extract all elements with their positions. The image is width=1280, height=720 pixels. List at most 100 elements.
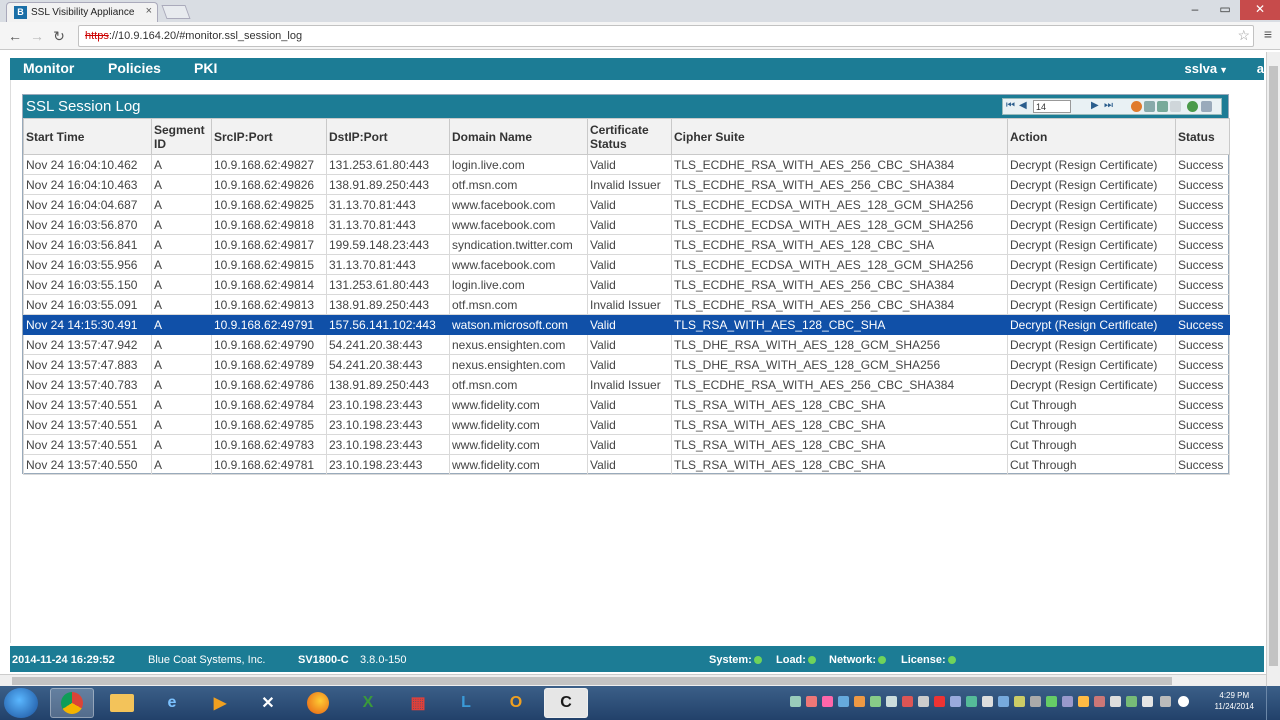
prev-page-icon[interactable]: ◀ (1019, 100, 1027, 111)
tab-close-icon[interactable]: × (146, 5, 152, 17)
excel-icon[interactable]: X (346, 688, 390, 718)
volume-icon[interactable] (1178, 696, 1189, 707)
tray-icon[interactable] (838, 696, 849, 707)
tray-icon[interactable] (1078, 696, 1089, 707)
refresh-icon[interactable] (1187, 101, 1198, 112)
star-icon[interactable]: ☆ (1237, 27, 1250, 44)
tray-icon[interactable] (998, 696, 1009, 707)
horizontal-scrollbar[interactable] (0, 674, 1266, 686)
cell-start-time: Nov 24 16:03:55.956 (23, 254, 152, 275)
tray-icon[interactable] (902, 696, 913, 707)
vertical-scroll-thumb[interactable] (1269, 66, 1278, 666)
tool-x-icon[interactable]: ✕ (246, 688, 290, 718)
horizontal-scroll-thumb[interactable] (12, 677, 1172, 685)
tray-icon[interactable] (1094, 696, 1105, 707)
table-row[interactable]: Nov 24 13:57:40.783 A 10.9.168.62:49786 138… (23, 374, 1230, 395)
minimize-icon[interactable]: – (1180, 0, 1210, 20)
filter-icon[interactable] (1157, 101, 1168, 112)
cell-dst-ip-port: 23.10.198.23:443 (326, 414, 450, 435)
column-header[interactable]: Segment ID (151, 118, 212, 155)
table-row[interactable]: Nov 24 16:03:55.091 A 10.9.168.62:49813 138… (23, 294, 1230, 315)
table-row[interactable]: Nov 24 13:57:40.551 A 10.9.168.62:49785 23.… (23, 414, 1230, 435)
settings-icon[interactable] (1131, 101, 1142, 112)
reload-icon[interactable]: ↻ (50, 27, 68, 45)
table-row[interactable]: Nov 24 13:57:47.942 A 10.9.168.62:49790 54.… (23, 334, 1230, 355)
chrome-icon[interactable] (50, 688, 94, 718)
camtasia-icon[interactable]: C (544, 688, 588, 718)
folder-icon[interactable] (100, 688, 144, 718)
table-row[interactable]: Nov 24 13:57:40.551 A 10.9.168.62:49783 23.… (23, 434, 1230, 455)
tray-icon[interactable] (950, 696, 961, 707)
column-header[interactable]: Start Time (23, 118, 152, 155)
nav-monitor[interactable]: Monitor (23, 60, 74, 76)
internet-explorer-icon[interactable]: e (150, 688, 194, 718)
address-bar[interactable]: https://10.9.164.20/#monitor.ssl_session… (78, 25, 1254, 47)
table-row[interactable]: Nov 24 16:04:10.462 A 10.9.168.62:49827 131… (23, 154, 1230, 175)
vertical-scrollbar[interactable] (1266, 52, 1280, 686)
truncated-nav-item[interactable]: a (1257, 61, 1264, 76)
user-menu[interactable]: sslva ▼ (1185, 61, 1228, 76)
tray-icon[interactable] (1014, 696, 1025, 707)
table-row[interactable]: Nov 24 16:03:56.841 A 10.9.168.62:49817 199… (23, 234, 1230, 255)
calculator-icon[interactable]: ▦ (396, 688, 440, 718)
cell-action: Decrypt (Resign Certificate) (1007, 274, 1176, 295)
menu-icon[interactable]: ≡ (1264, 26, 1272, 42)
column-header[interactable]: Domain Name (449, 118, 588, 155)
table-row[interactable]: Nov 24 16:04:04.687 A 10.9.168.62:49825 31.… (23, 194, 1230, 215)
browser-tab[interactable]: B SSL Visibility Appliance × (6, 2, 158, 22)
tray-icon[interactable] (1160, 696, 1171, 707)
export-icon[interactable] (1170, 101, 1181, 112)
media-player-icon[interactable]: ▶ (198, 688, 242, 718)
column-header[interactable]: Action (1007, 118, 1176, 155)
last-page-icon[interactable]: ⏭ (1104, 100, 1113, 111)
start-button[interactable] (4, 688, 38, 718)
maximize-panel-icon[interactable] (1201, 101, 1212, 112)
outlook-icon[interactable]: O (494, 688, 538, 718)
tray-icon[interactable] (1030, 696, 1041, 707)
tray-icon[interactable] (1110, 696, 1121, 707)
table-row[interactable]: Nov 24 13:57:40.551 A 10.9.168.62:49784 23.… (23, 394, 1230, 415)
table-row[interactable]: Nov 24 16:03:55.150 A 10.9.168.62:49814 131… (23, 274, 1230, 295)
tray-icon[interactable] (790, 696, 801, 707)
tray-icon[interactable] (822, 696, 833, 707)
column-header[interactable]: DstIP:Port (326, 118, 450, 155)
window-close-icon[interactable]: ✕ (1240, 0, 1280, 20)
system-clock[interactable]: 4:29 PM 11/24/2014 (1215, 690, 1254, 712)
table-row[interactable]: Nov 24 14:15:30.491 A 10.9.168.62:49791 157… (23, 314, 1230, 335)
tray-icon[interactable] (1046, 696, 1057, 707)
table-row[interactable]: Nov 24 13:57:40.550 A 10.9.168.62:49781 23.… (23, 454, 1230, 475)
tray-icon[interactable] (918, 696, 929, 707)
next-page-icon[interactable]: ▶ (1091, 100, 1099, 111)
table-row[interactable]: Nov 24 16:03:55.956 A 10.9.168.62:49815 31.… (23, 254, 1230, 275)
tray-icon[interactable] (806, 696, 817, 707)
columns-icon[interactable] (1144, 101, 1155, 112)
footer-model: SV1800-C (298, 654, 349, 666)
tray-icon[interactable] (1142, 696, 1153, 707)
firefox-icon[interactable] (296, 688, 340, 718)
tray-icon[interactable] (870, 696, 881, 707)
tray-icon[interactable] (982, 696, 993, 707)
column-header[interactable]: Status (1175, 118, 1230, 155)
tray-icon[interactable] (966, 696, 977, 707)
table-row[interactable]: Nov 24 16:03:56.870 A 10.9.168.62:49818 31.… (23, 214, 1230, 235)
first-page-icon[interactable]: ⏮ (1006, 100, 1015, 111)
column-header[interactable]: SrcIP:Port (211, 118, 327, 155)
tray-icon[interactable] (1126, 696, 1137, 707)
tray-icon[interactable] (886, 696, 897, 707)
column-header[interactable]: Cipher Suite (671, 118, 1008, 155)
table-row[interactable]: Nov 24 13:57:47.883 A 10.9.168.62:49789 54.… (23, 354, 1230, 375)
back-icon[interactable]: ← (6, 27, 24, 45)
maximize-icon[interactable]: ▭ (1210, 0, 1240, 20)
nav-policies[interactable]: Policies (108, 60, 161, 76)
tray-icon[interactable] (1062, 696, 1073, 707)
nav-pki[interactable]: PKI (194, 60, 217, 76)
forward-icon[interactable]: → (28, 27, 46, 45)
table-row[interactable]: Nov 24 16:04:10.463 A 10.9.168.62:49826 138… (23, 174, 1230, 195)
new-tab-button[interactable] (161, 5, 191, 19)
show-desktop-button[interactable] (1266, 686, 1280, 720)
column-header[interactable]: Certificate Status (587, 118, 672, 155)
page-number-input[interactable] (1033, 100, 1071, 113)
document-viewer-icon[interactable]: L (444, 688, 488, 718)
tray-icon[interactable] (854, 696, 865, 707)
tray-icon[interactable] (934, 696, 945, 707)
